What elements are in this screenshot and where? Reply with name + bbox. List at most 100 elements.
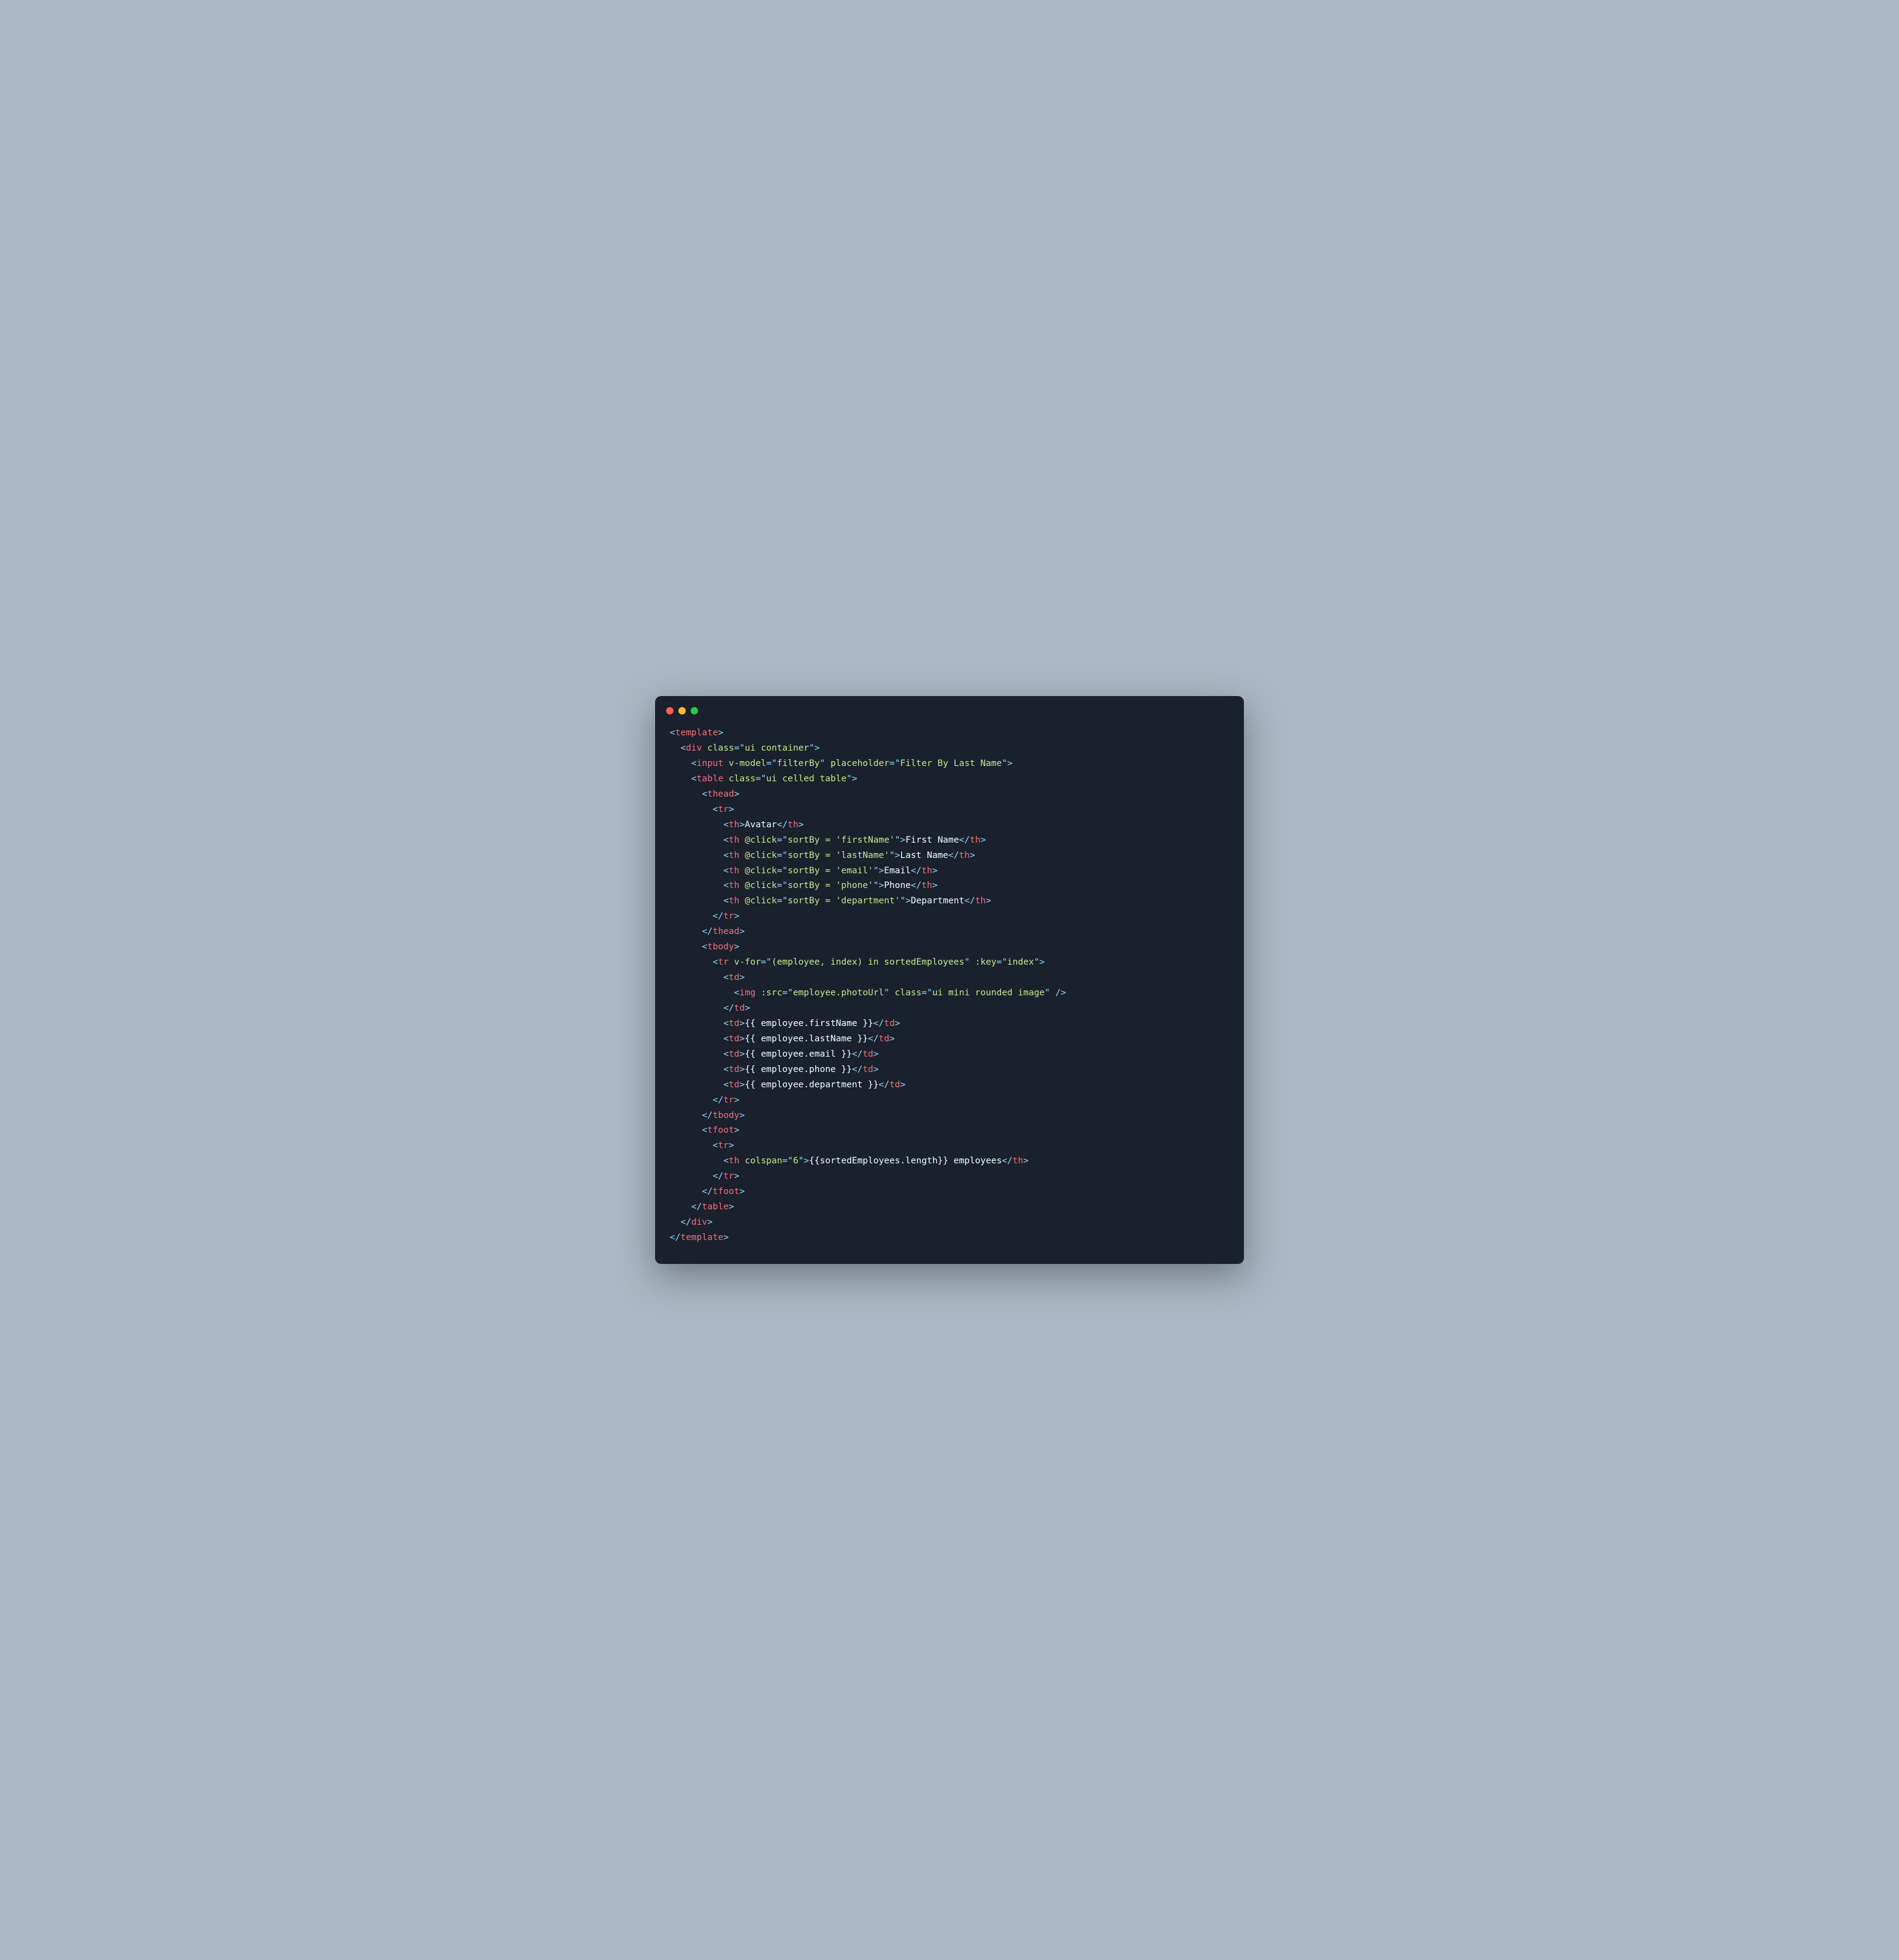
code-token: > [734, 1095, 740, 1105]
code-token: @click [745, 881, 777, 890]
code-token: < [691, 774, 697, 784]
code-token: < [713, 957, 718, 967]
code-token: </ [777, 820, 788, 830]
code-token: td [879, 1034, 889, 1044]
code-token: > [740, 1187, 745, 1196]
code-token: < [734, 988, 740, 998]
code-token: < [723, 1156, 729, 1166]
code-token: </ [868, 1034, 878, 1044]
code-token [670, 1125, 702, 1135]
code-token: > [1023, 1156, 1029, 1166]
code-token [670, 1034, 723, 1044]
code-token: td [729, 1080, 739, 1090]
code-token: > [852, 774, 857, 784]
code-token [670, 1095, 713, 1105]
code-token: </ [948, 851, 959, 860]
code-token: </ [852, 1049, 862, 1059]
code-token [670, 1065, 723, 1074]
minimize-icon[interactable] [678, 707, 686, 714]
code-token: </ [713, 1171, 723, 1181]
code-token: > [707, 1217, 713, 1227]
code-token: tr [718, 957, 729, 967]
code-token: sortBy = 'lastName' [788, 851, 889, 860]
code-token: " [873, 866, 879, 876]
code-token: </ [852, 1065, 862, 1074]
code-token: :src [761, 988, 782, 998]
zoom-icon[interactable] [691, 707, 698, 714]
code-token: th [729, 820, 739, 830]
code-token [670, 881, 723, 890]
code-token: " [788, 988, 793, 998]
close-icon[interactable] [666, 707, 673, 714]
code-token: sortBy = 'department' [788, 896, 900, 906]
code-token: class [707, 743, 734, 753]
code-token: > [729, 1202, 734, 1212]
code-token: > [900, 1080, 905, 1090]
code-token: th [921, 866, 932, 876]
code-token: tbody [713, 1111, 740, 1120]
code-token [670, 851, 723, 860]
code-token: > [734, 911, 740, 921]
code-token: < [723, 1065, 729, 1074]
code-token: < [702, 789, 707, 799]
code-token: " [782, 851, 788, 860]
code-token [970, 957, 975, 967]
code-token [670, 805, 713, 814]
code-token: </ [713, 911, 723, 921]
code-token: div [686, 743, 702, 753]
code-token: > [932, 866, 938, 876]
code-token: > [1007, 759, 1013, 768]
code-token: Avatar [745, 820, 777, 830]
code-token: < [713, 805, 718, 814]
code-window: <template> <div class="ui container"> <i… [655, 696, 1244, 1264]
code-token: < [702, 942, 707, 952]
code-token: < [691, 759, 697, 768]
code-token: tbody [707, 942, 734, 952]
code-token [670, 1187, 702, 1196]
code-token: th [788, 820, 798, 830]
code-token: </ [691, 1202, 702, 1212]
code-token [740, 835, 745, 845]
code-token: " [766, 957, 772, 967]
code-token: class [895, 988, 922, 998]
code-token: = [782, 1156, 788, 1166]
code-token: {{ employee.lastName }} [745, 1034, 868, 1044]
code-token: </ [702, 1111, 712, 1120]
code-token: > [873, 1065, 879, 1074]
code-token: > [970, 851, 975, 860]
code-token: < [723, 851, 729, 860]
code-token: > [729, 1141, 734, 1150]
window-titlebar [655, 696, 1244, 719]
code-token [740, 851, 745, 860]
code-token: v-model [729, 759, 766, 768]
code-token: > [889, 1034, 895, 1044]
code-token [670, 743, 680, 753]
code-token: thead [713, 927, 740, 936]
code-token: (employee, index) in sortedEmployees [772, 957, 964, 967]
code-token: = [921, 988, 927, 998]
code-token: td [729, 1049, 739, 1059]
code-token: td [729, 1019, 739, 1028]
code-token: </ [702, 927, 712, 936]
code-token: > [734, 1125, 740, 1135]
code-token [670, 1019, 723, 1028]
code-token: First Name [905, 835, 959, 845]
code-token: </ [959, 835, 970, 845]
code-token: > [873, 1049, 879, 1059]
code-token: @click [745, 835, 777, 845]
code-token: td [729, 1065, 739, 1074]
code-token: > [932, 881, 938, 890]
code-token [670, 911, 713, 921]
code-token: < [723, 881, 729, 890]
code-token: </ [911, 866, 921, 876]
code-token: th [729, 835, 739, 845]
code-token [670, 820, 723, 830]
code-token [670, 759, 691, 768]
code-token: " [884, 988, 889, 998]
code-token [670, 927, 702, 936]
code-token: tr [718, 1141, 729, 1150]
code-token: > [1039, 957, 1045, 967]
code-token [670, 1080, 723, 1090]
code-token [670, 896, 723, 906]
code-token: </ [680, 1217, 691, 1227]
